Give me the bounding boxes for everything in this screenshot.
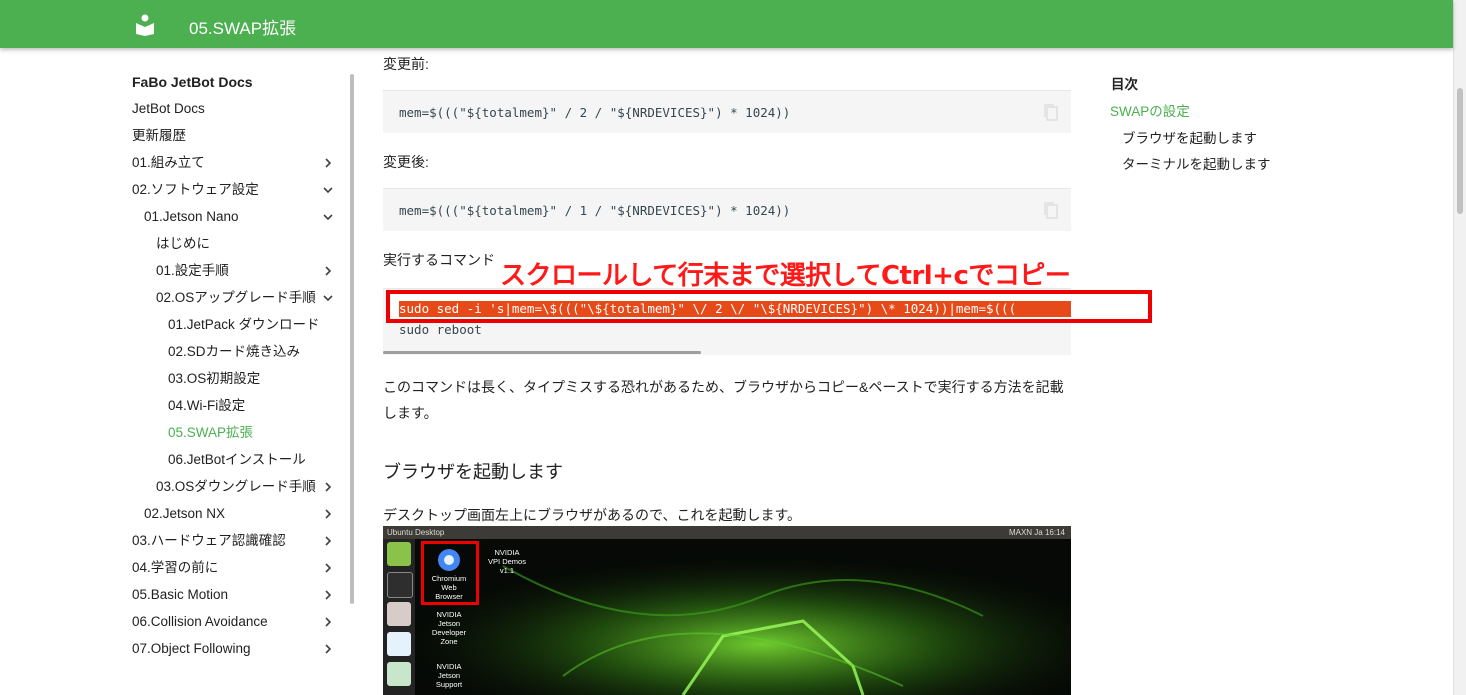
desktop-icon-chromium: Chromium Web Browser [421,574,477,601]
after-label: 変更後: [383,154,429,170]
note-paragraph: このコマンドは長く、タイプミスする恐れがあるため、ブラウザからコピー&ペーストで… [383,374,1071,426]
terminal-icon [387,572,413,598]
panel-title: Ubuntu Desktop [387,528,445,537]
sidebar-item[interactable]: 05.Basic Motion [132,581,228,608]
chevron-right-icon[interactable] [322,508,334,520]
code-before[interactable]: mem=$((("${totalmem}" / 2 / "${NRDEVICES… [399,105,790,120]
chevron-right-icon[interactable] [322,616,334,628]
code-command-line2[interactable]: sudo reboot [399,322,482,337]
ubuntu-top-panel: Ubuntu Desktop MAXN Ja 16:14 [383,526,1071,539]
system-tray: MAXN Ja 16:14 [1008,528,1065,537]
before-label: 変更前: [383,56,429,72]
toc-item-launch-terminal[interactable]: ターミナルを起動します [1122,153,1271,173]
sidebar-item[interactable]: 01.設定手順 [156,257,229,284]
code-horizontal-scrollbar[interactable] [383,351,701,354]
sidebar-item[interactable]: 02.Jetson NX [144,500,225,527]
page-title: 05.SWAP拡張 [189,19,297,38]
annotation-instruction: スクロールして行末まで選択してCtrl+cでコピー [500,261,1071,291]
sidebar-item[interactable]: 01.Jetson Nano [144,203,239,230]
desktop-icon-label: NVIDIA Jetson Support [435,662,463,689]
desktop-icon-vpi-demos: NVIDIA VPI Demos v1.1 [479,548,535,575]
desktop-screenshot-image: Ubuntu Desktop MAXN Ja 16:14 Chromium We… [383,526,1071,695]
sidebar-nav: FaBo JetBot Docs JetBot Docs 更新履歴 01.組み立て 0… [120,56,352,668]
copy-icon[interactable] [1043,201,1059,219]
sidebar-item[interactable]: 01.JetPack ダウンロード [168,311,320,338]
code-command-line1-selected[interactable]: sudo sed -i 's|mem=\$((("\${totalmem}" \… [399,301,1071,317]
files-icon [387,602,411,626]
calc-icon [387,662,411,686]
chevron-down-icon[interactable] [322,292,334,304]
command-label: 実行するコマンド [383,252,495,268]
sidebar-item[interactable]: 07.Object Following [132,635,251,662]
chevron-right-icon[interactable] [322,481,334,493]
code-block-after: mem=$((("${totalmem}" / 1 / "${NRDEVICES… [383,188,1071,231]
chevron-right-icon[interactable] [322,589,334,601]
sidebar-item[interactable]: 01.組み立て [132,149,205,176]
code-block-before: mem=$((("${totalmem}" / 2 / "${NRDEVICES… [383,90,1071,133]
book-logo-icon[interactable] [135,14,155,36]
chromium-icon [438,549,460,571]
copy-icon[interactable] [1043,103,1059,121]
sidebar-item[interactable]: 更新履歴 [132,122,186,149]
page-scrollbar-thumb[interactable] [1457,88,1463,214]
desktop-icon-support: NVIDIA Jetson Support [421,662,477,689]
toc-title: 目次 [1111,77,1138,92]
note-line-2: します。 [383,405,438,421]
ubuntu-launcher [383,539,415,695]
toc-item-swap-settings[interactable]: SWAPの設定 [1110,100,1190,120]
top-app-bar: 05.SWAP拡張 [0,0,1453,48]
chevron-right-icon[interactable] [322,643,334,655]
writer-icon [387,632,411,656]
sidebar-item[interactable]: JetBot Docs [132,95,205,122]
sidebar-item[interactable]: 03.OS初期設定 [168,365,260,392]
sidebar-scrollbar[interactable] [350,74,354,604]
sidebar-item[interactable]: 04.学習の前に [132,554,218,581]
desktop-icon-label: NVIDIA Jetson Developer Zone [431,610,467,646]
sidebar-item[interactable]: 02.SDカード焼き込み [168,338,300,365]
sidebar-item[interactable]: 05.SWAP拡張 [168,419,253,446]
desktop-icon-label: NVIDIA VPI Demos v1.1 [488,548,526,575]
chevron-right-icon[interactable] [322,535,334,547]
page-scrollbar[interactable] [1453,0,1466,695]
chevron-right-icon[interactable] [322,265,334,277]
toc-item-launch-browser[interactable]: ブラウザを起動します [1122,127,1257,147]
chevron-right-icon[interactable] [322,157,334,169]
main-content: 変更前: mem=$((("${totalmem}" / 2 / "${NRDE… [383,48,1071,695]
section-heading: ブラウザを起動します [383,462,563,482]
desktop-icon-developer-zone: NVIDIA Jetson Developer Zone [421,610,477,646]
chevron-down-icon[interactable] [322,184,334,196]
sidebar-item[interactable]: 04.Wi-Fi設定 [168,392,245,419]
sidebar-item[interactable]: 06.Collision Avoidance [132,608,268,635]
sidebar-item[interactable]: 06.JetBotインストール [168,446,306,473]
chevron-down-icon[interactable] [322,211,334,223]
section-text: デスクトップ画面左上にブラウザがあるので、これを起動します。 [383,507,802,523]
code-after[interactable]: mem=$((("${totalmem}" / 1 / "${NRDEVICES… [399,203,790,218]
ubuntu-dash-icon [387,542,411,566]
sidebar-item[interactable]: 02.OSアップグレード手順 [156,284,316,311]
sidebar-item[interactable]: 02.ソフトウェア設定 [132,176,259,203]
chevron-right-icon[interactable] [322,562,334,574]
note-line-1: このコマンドは長く、タイプミスする恐れがあるため、ブラウザからコピー&ペーストで… [383,379,1064,395]
site-title[interactable]: FaBo JetBot Docs [132,74,253,90]
desktop-icon-label: Chromium Web Browser [431,574,467,601]
sidebar-item[interactable]: 03.ハードウェア認識確認 [132,527,286,554]
sidebar-item[interactable]: はじめに [156,230,210,257]
sidebar-item[interactable]: 03.OSダウングレード手順 [156,473,316,500]
